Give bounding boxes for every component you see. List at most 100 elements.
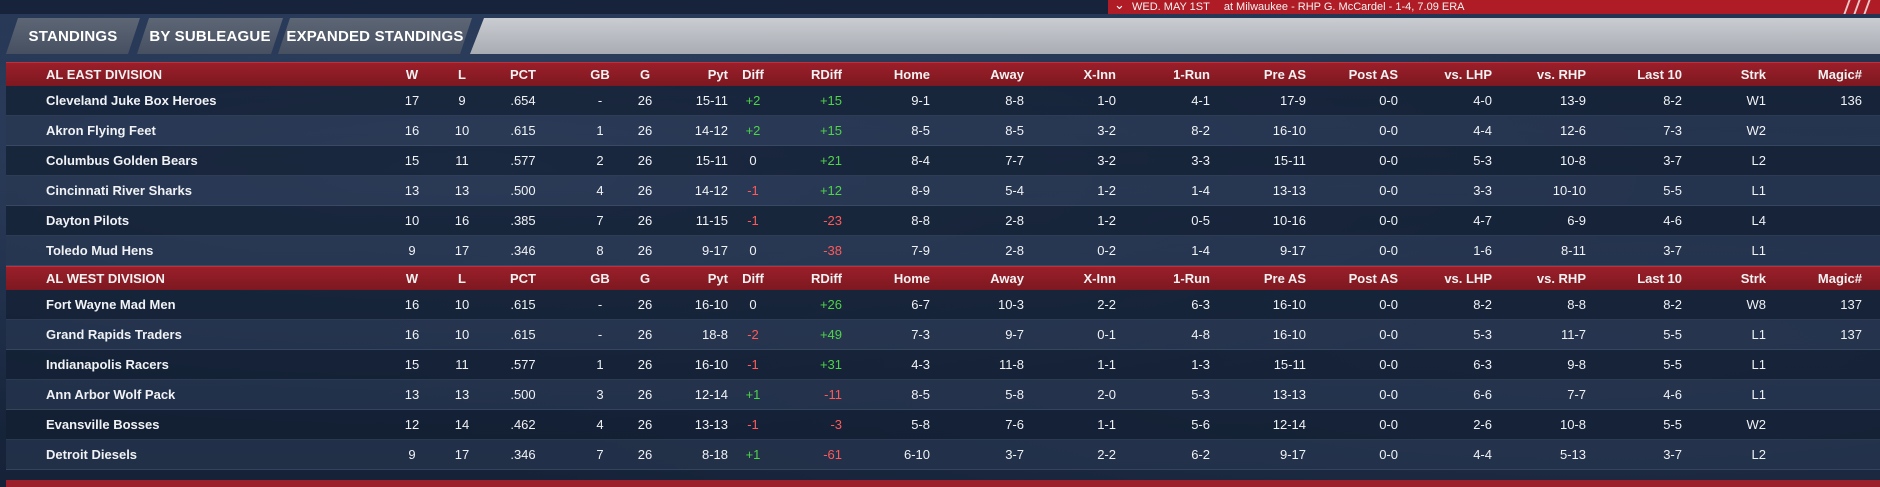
cell-home: 5-8 [911, 417, 930, 432]
cell-vlhp: 5-3 [1473, 327, 1492, 342]
division-group: AL WEST DIVISION W L PCT GB G Pyt Diff RDiff Home… [6, 266, 1880, 470]
cell-w: 13 [404, 183, 420, 198]
cell-home: 6-10 [903, 447, 930, 462]
tab-expanded-standings[interactable]: EXPANDED STANDINGS [278, 18, 472, 54]
team-name-link[interactable]: Cleveland Juke Box Heroes [46, 86, 217, 115]
column-header-diff[interactable]: Diff [732, 267, 774, 290]
cell-pct: .577 [510, 153, 536, 168]
division-name: AL WEST DIVISION [46, 271, 165, 286]
table-row[interactable]: Indianapolis Racers 15 11 .577 1 26 16-10 -1 +31… [6, 350, 1880, 380]
column-header-vrhp[interactable]: vs. RHP [1510, 63, 1586, 86]
table-row[interactable]: Akron Flying Feet 16 10 .615 1 26 14-12 +2 +15 8-… [6, 116, 1880, 146]
column-header-home[interactable]: Home [876, 267, 930, 290]
table-row[interactable]: Columbus Golden Bears 15 11 .577 2 26 15-11 0 +2… [6, 146, 1880, 176]
cell-gb: 4 [596, 183, 604, 198]
cell-run1: 1-4 [1191, 243, 1210, 258]
team-name-link[interactable]: Fort Wayne Mad Men [46, 290, 176, 319]
column-header-run1[interactable]: 1-Run [1154, 63, 1210, 86]
column-header-preas[interactable]: Pre AS [1228, 63, 1306, 86]
column-header-vlhp[interactable]: vs. LHP [1416, 63, 1492, 86]
column-header-g[interactable]: G [630, 63, 660, 86]
cell-rdiff: +12 [819, 183, 842, 198]
cell-away: 3-7 [1005, 447, 1024, 462]
cell-w: 9 [408, 243, 416, 258]
column-header-gb[interactable]: GB [580, 267, 620, 290]
column-header-xinn[interactable]: X-Inn [1066, 267, 1117, 290]
cell-xinn: 1-2 [1097, 183, 1116, 198]
cell-vrhp: 11-7 [1560, 327, 1586, 342]
column-header-preas[interactable]: Pre AS [1228, 267, 1306, 290]
cell-rdiff: +31 [819, 357, 842, 372]
team-name-link[interactable]: Detroit Diesels [46, 440, 137, 469]
column-header-magic[interactable]: Magic# [1786, 267, 1862, 290]
cell-strk: W2 [1746, 417, 1767, 432]
team-name-link[interactable]: Ann Arbor Wolf Pack [46, 380, 175, 409]
cell-vrhp: 10-8 [1559, 417, 1586, 432]
cell-w: 10 [404, 213, 420, 228]
column-header-rdiff[interactable]: RDiff [792, 267, 842, 290]
chevron-down-icon[interactable]: ⌄ [1114, 0, 1125, 13]
column-header-magic[interactable]: Magic# [1786, 63, 1862, 86]
team-name-link[interactable]: Cincinnati River Sharks [46, 176, 192, 205]
column-header-pyt[interactable]: Pyt [674, 63, 728, 86]
table-row[interactable]: Fort Wayne Mad Men 16 10 .615 - 26 16-10 0 +26 6-… [6, 290, 1880, 320]
column-header-w[interactable]: W [398, 267, 426, 290]
column-header-pyt[interactable]: Pyt [674, 267, 728, 290]
team-name-link[interactable]: Akron Flying Feet [46, 116, 156, 145]
column-header-vlhp[interactable]: vs. LHP [1416, 267, 1492, 290]
cell-diff: -1 [747, 213, 759, 228]
table-row[interactable]: Grand Rapids Traders 16 10 .615 - 26 18-8 -2 +49… [6, 320, 1880, 350]
team-name-link[interactable]: Columbus Golden Bears [46, 146, 198, 175]
column-header-rdiff[interactable]: RDiff [792, 63, 842, 86]
cell-diff: 0 [749, 243, 757, 258]
table-row[interactable]: Cincinnati River Sharks 13 13 .500 4 26 14-12 -… [6, 176, 1880, 206]
team-name-link[interactable]: Evansville Bosses [46, 410, 159, 439]
next-game-banner[interactable]: ⌄ WED. MAY 1ST at Milwaukee - RHP G. McC… [1108, 0, 1880, 14]
column-header-postas[interactable]: Post AS [1314, 267, 1398, 290]
column-header-away[interactable]: Away [970, 63, 1024, 86]
column-header-diff[interactable]: Diff [732, 63, 774, 86]
cell-g: 26 [637, 243, 653, 258]
table-row[interactable]: Evansville Bosses 12 14 .462 4 26 13-13 -1 -3 5-8… [6, 410, 1880, 440]
column-header-xinn[interactable]: X-Inn [1066, 63, 1117, 86]
cell-gb: 7 [596, 447, 604, 462]
column-header-g[interactable]: G [630, 267, 660, 290]
column-header-pct[interactable]: PCT [498, 267, 548, 290]
cell-l: 16 [454, 213, 470, 228]
cell-w: 15 [404, 357, 420, 372]
table-row[interactable]: Detroit Diesels 9 17 .346 7 26 8-18 +1 -61 6-10 3-… [6, 440, 1880, 470]
column-header-l[interactable]: L [448, 267, 476, 290]
column-header-run1[interactable]: 1-Run [1154, 267, 1210, 290]
column-header-l[interactable]: L [448, 63, 476, 86]
column-header-w[interactable]: W [398, 63, 426, 86]
column-header-pct[interactable]: PCT [498, 63, 548, 86]
table-row[interactable]: Dayton Pilots 10 16 .385 7 26 11-15 -1 -23 8-8 2-8… [6, 206, 1880, 236]
table-row[interactable]: Toledo Mud Hens 9 17 .346 8 26 9-17 0 -38 7-9 2-8 0… [6, 236, 1880, 266]
cell-xinn: 2-0 [1097, 387, 1116, 402]
column-header-strk[interactable]: Strk [1726, 63, 1766, 86]
column-header-vrhp[interactable]: vs. RHP [1510, 267, 1586, 290]
column-header-home[interactable]: Home [876, 63, 930, 86]
column-header-gb[interactable]: GB [580, 63, 620, 86]
cell-vrhp: 5-13 [1559, 447, 1586, 462]
column-header-away[interactable]: Away [970, 267, 1024, 290]
team-name-link[interactable]: Indianapolis Racers [46, 350, 169, 379]
column-header-strk[interactable]: Strk [1726, 267, 1766, 290]
cell-vlhp: 6-3 [1473, 357, 1492, 372]
tab-by-subleague[interactable]: BY SUBLEAGUE [137, 18, 283, 54]
cell-vrhp: 6-9 [1567, 213, 1586, 228]
table-row[interactable]: Cleveland Juke Box Heroes 17 9 .654 - 26 15-11… [6, 86, 1880, 116]
cell-away: 10-3 [997, 297, 1024, 312]
tab-standings[interactable]: STANDINGS [6, 18, 140, 54]
column-header-last10[interactable]: Last 10 [1602, 267, 1682, 290]
column-header-last10[interactable]: Last 10 [1602, 63, 1682, 86]
cell-magic [1786, 146, 1862, 175]
column-header-postas[interactable]: Post AS [1314, 63, 1398, 86]
team-name-link[interactable]: Grand Rapids Traders [46, 320, 182, 349]
table-row[interactable]: Ann Arbor Wolf Pack 13 13 .500 3 26 12-14 +1 -11… [6, 380, 1880, 410]
cell-strk: W8 [1746, 297, 1767, 312]
team-name-link[interactable]: Toledo Mud Hens [46, 236, 153, 265]
cell-magic: 137 [1840, 297, 1862, 312]
team-name-link[interactable]: Dayton Pilots [46, 206, 129, 235]
cell-diff: -2 [747, 327, 759, 342]
